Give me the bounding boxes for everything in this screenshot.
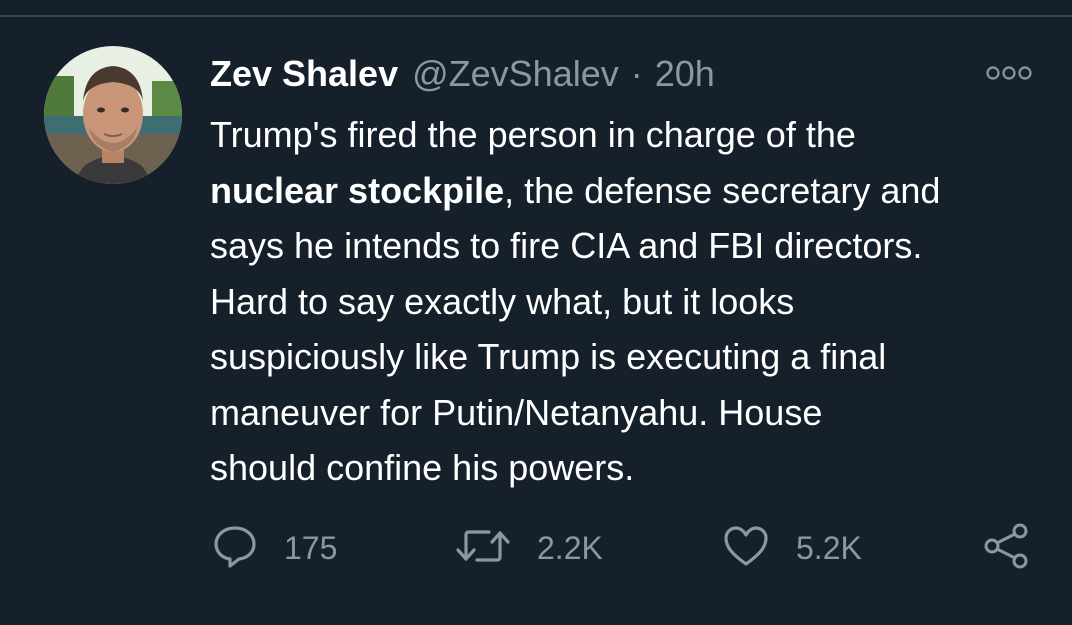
tweet-text-segment: Hard to say exactly what, but it looks <box>210 280 795 322</box>
share-button[interactable] <box>982 522 1032 574</box>
tweet-text-bold-segment: nuclear stockpile <box>210 169 505 211</box>
tweet-text-segment: Trump's fired the person in charge of th… <box>210 114 856 155</box>
avatar[interactable] <box>44 46 182 184</box>
tweet-text-line: maneuver for Putin/Netanyahu. House <box>210 385 1050 441</box>
top-divider <box>0 15 1072 17</box>
tweet-timestamp[interactable]: 20h <box>655 53 715 95</box>
like-button[interactable]: 5.2K <box>722 522 862 574</box>
tweet-text-segment: should confine his powers. <box>210 447 635 488</box>
like-count: 5.2K <box>796 529 862 566</box>
like-icon <box>722 523 770 574</box>
tweet-text-line: should confine his powers. <box>210 440 1050 496</box>
tweet-text-line: nuclear stockpile, the defense secretary… <box>210 163 1050 219</box>
tweet-text-segment: , the defense secretary and <box>504 169 941 211</box>
tweet-text-line: says he intends to fire CIA and FBI dire… <box>210 218 1050 274</box>
author-name[interactable]: Zev Shalev <box>210 53 398 95</box>
header-separator: · <box>630 53 643 94</box>
tweet-text: Trump's fired the person in charge of th… <box>210 107 1050 496</box>
tweet-text-segment: says he intends to fire CIA and FBI dire… <box>210 225 923 266</box>
tweet-header: Zev Shalev @ZevShalev · 20h <box>210 50 715 98</box>
author-handle[interactable]: @ZevShalev <box>412 53 619 95</box>
reply-button[interactable]: 175 <box>212 522 337 574</box>
more-icon[interactable] <box>985 61 1033 85</box>
tweet-text-line: Hard to say exactly what, but it looks <box>210 274 1050 330</box>
retweet-count: 2.2K <box>537 529 603 566</box>
tweet-text-line: suspiciously like Trump is executing a f… <box>210 329 1050 385</box>
reply-icon <box>212 523 258 574</box>
retweet-icon <box>455 523 511 574</box>
tweet-text-segment: suspiciously like Trump is executing a f… <box>210 336 887 377</box>
share-icon <box>982 521 1032 576</box>
reply-count: 175 <box>284 529 338 566</box>
tweet-text-line: Trump's fired the person in charge of th… <box>210 107 1050 163</box>
retweet-button[interactable]: 2.2K <box>455 522 603 574</box>
tweet-text-segment: maneuver for Putin/Netanyahu. House <box>210 391 823 433</box>
